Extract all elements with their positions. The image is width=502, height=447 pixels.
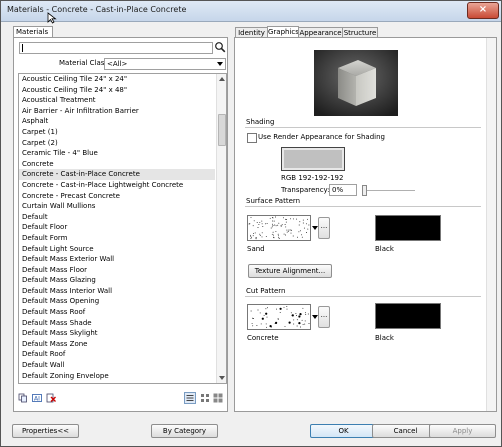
material-list-item[interactable]: Concrete - Cast-in-Place Lightweight Con… [19, 180, 215, 191]
list-scrollbar[interactable] [216, 74, 226, 383]
material-list-item[interactable]: Air Barrier - Air Infiltration Barrier [19, 106, 215, 117]
material-list-item[interactable]: Default Mass Skylight [19, 328, 215, 339]
ok-button[interactable]: OK [310, 424, 377, 438]
material-list-item[interactable]: Default [19, 212, 215, 223]
use-render-appearance-checkbox[interactable] [247, 133, 257, 143]
material-list-item[interactable]: Carpet (2) [19, 138, 215, 149]
cut-pattern-title: Cut Pattern [246, 287, 288, 295]
scroll-thumb[interactable] [218, 114, 226, 146]
close-button[interactable]: × [467, 2, 499, 19]
material-list-item[interactable]: Default Mass Floor [19, 265, 215, 276]
use-render-appearance-label: Use Render Appearance for Shading [258, 133, 385, 141]
sand-pattern-icon [248, 216, 310, 240]
materials-dialog: Materials - Concrete - Cast-in-Place Con… [0, 0, 502, 447]
material-list-item[interactable]: Default Wall [19, 360, 215, 371]
materials-panel: Material Class: <All> Acoustic Ceiling T… [13, 37, 228, 412]
by-category-button[interactable]: By Category [151, 424, 218, 438]
large-icons-view-icon[interactable] [213, 393, 223, 403]
list-view-icon[interactable] [184, 392, 196, 404]
material-list-item[interactable]: Default Floor [19, 222, 215, 233]
mouse-cursor-icon [47, 12, 57, 24]
material-list-item[interactable]: Concrete - Precast Concrete [19, 191, 215, 202]
duplicate-material-icon[interactable] [18, 393, 28, 403]
materials-list: Acoustic Ceiling Tile 24" x 24" Acoustic … [18, 73, 227, 384]
transparency-slider[interactable] [363, 190, 415, 191]
shading-group: Shading Use Render Appearance for Shadin… [245, 118, 481, 204]
surface-pattern-title: Surface Pattern [246, 197, 303, 205]
material-list-item[interactable]: Default Mass Interior Wall [19, 286, 215, 297]
material-list-item[interactable]: Default Mass Opening [19, 296, 215, 307]
material-list-item[interactable]: Ceramic Tile - 4" Blue [19, 148, 215, 159]
transparency-label: Transparency: [281, 186, 330, 194]
chevron-down-icon [217, 62, 223, 66]
material-list-item[interactable]: Acoustic Ceiling Tile 24" x 48" [19, 85, 215, 96]
material-list-item[interactable]: Default Light Source [19, 244, 215, 255]
material-list-item[interactable]: Default Zoning Envelope [19, 371, 215, 382]
shading-color-swatch[interactable] [281, 147, 345, 171]
properties-toggle-button[interactable]: Properties<< [12, 424, 79, 438]
surface-pattern-name: Sand [247, 245, 265, 253]
material-list-item[interactable]: Default Mass Glazing [19, 275, 215, 286]
material-list-item[interactable]: Acoustic Ceiling Tile 24" x 24" [19, 74, 215, 85]
cut-pattern-group: Cut Pattern ... Concrete Black [245, 287, 481, 359]
material-list-item[interactable]: Concrete - Cast-in-Place Concrete [19, 169, 215, 180]
material-list-item[interactable]: Curtain Wall Mullions [19, 201, 215, 212]
material-list-item[interactable]: Acoustical Treatment [19, 95, 215, 106]
apply-button[interactable]: Apply [429, 424, 496, 438]
window-title: Materials - Concrete - Cast-in-Place Con… [7, 5, 187, 14]
graphics-panel: Shading Use Render Appearance for Shadin… [234, 37, 497, 412]
text-caret [22, 44, 23, 52]
material-list-item[interactable]: Default Mass Zone [19, 339, 215, 350]
title-bar: Materials - Concrete - Cast-in-Place Con… [1, 1, 501, 22]
search-input[interactable] [19, 42, 213, 54]
material-class-label: Material Class: [59, 59, 111, 67]
cut-pattern-color-swatch[interactable] [375, 303, 441, 329]
search-icon[interactable] [214, 41, 226, 53]
rename-material-icon[interactable]: AI [32, 393, 42, 403]
concrete-pattern-icon [250, 306, 310, 328]
material-list-item[interactable]: Concrete [19, 159, 215, 170]
transparency-input[interactable]: 0% [329, 184, 357, 196]
materials-list-items: Acoustic Ceiling Tile 24" x 24" Acoustic … [19, 74, 215, 381]
surface-pattern-color-name: Black [375, 245, 394, 253]
scroll-down-icon[interactable] [219, 376, 225, 380]
transparency-slider-thumb[interactable] [362, 185, 367, 196]
material-list-item[interactable]: Default Mass Exterior Wall [19, 254, 215, 265]
small-icons-view-icon[interactable] [200, 393, 210, 403]
material-list-item[interactable]: Default Mass Shade [19, 318, 215, 329]
panel-scrollbar[interactable] [486, 38, 496, 411]
shading-rgb-label: RGB 192-192-192 [281, 174, 344, 182]
surface-pattern-color-swatch[interactable] [375, 215, 441, 241]
material-list-item[interactable]: Default Roof [19, 349, 215, 360]
shading-title: Shading [246, 118, 277, 126]
surface-pattern-more-button[interactable]: ... [318, 217, 330, 239]
surface-pattern-group: Surface Pattern ... Sand Black Texture A… [245, 197, 481, 285]
material-list-item[interactable]: Carpet (1) [19, 127, 215, 138]
material-list-item[interactable]: Default Mass Roof [19, 307, 215, 318]
cut-pattern-name: Concrete [247, 334, 279, 342]
material-preview-image [314, 50, 398, 116]
material-list-item[interactable]: Asphalt [19, 116, 215, 127]
surface-pattern-swatch[interactable] [247, 215, 311, 241]
material-class-value: <All> [107, 60, 128, 68]
svg-text:AI: AI [34, 396, 40, 403]
material-class-select[interactable]: <All> [104, 58, 226, 70]
texture-alignment-button[interactable]: Texture Alignment... [248, 264, 332, 278]
cut-pattern-more-button[interactable]: ... [318, 306, 330, 328]
delete-material-icon[interactable] [46, 393, 56, 403]
scroll-up-icon[interactable] [219, 77, 225, 81]
cut-pattern-color-name: Black [375, 334, 394, 342]
material-list-item[interactable]: Default Form [19, 233, 215, 244]
cut-pattern-swatch[interactable] [247, 304, 311, 330]
